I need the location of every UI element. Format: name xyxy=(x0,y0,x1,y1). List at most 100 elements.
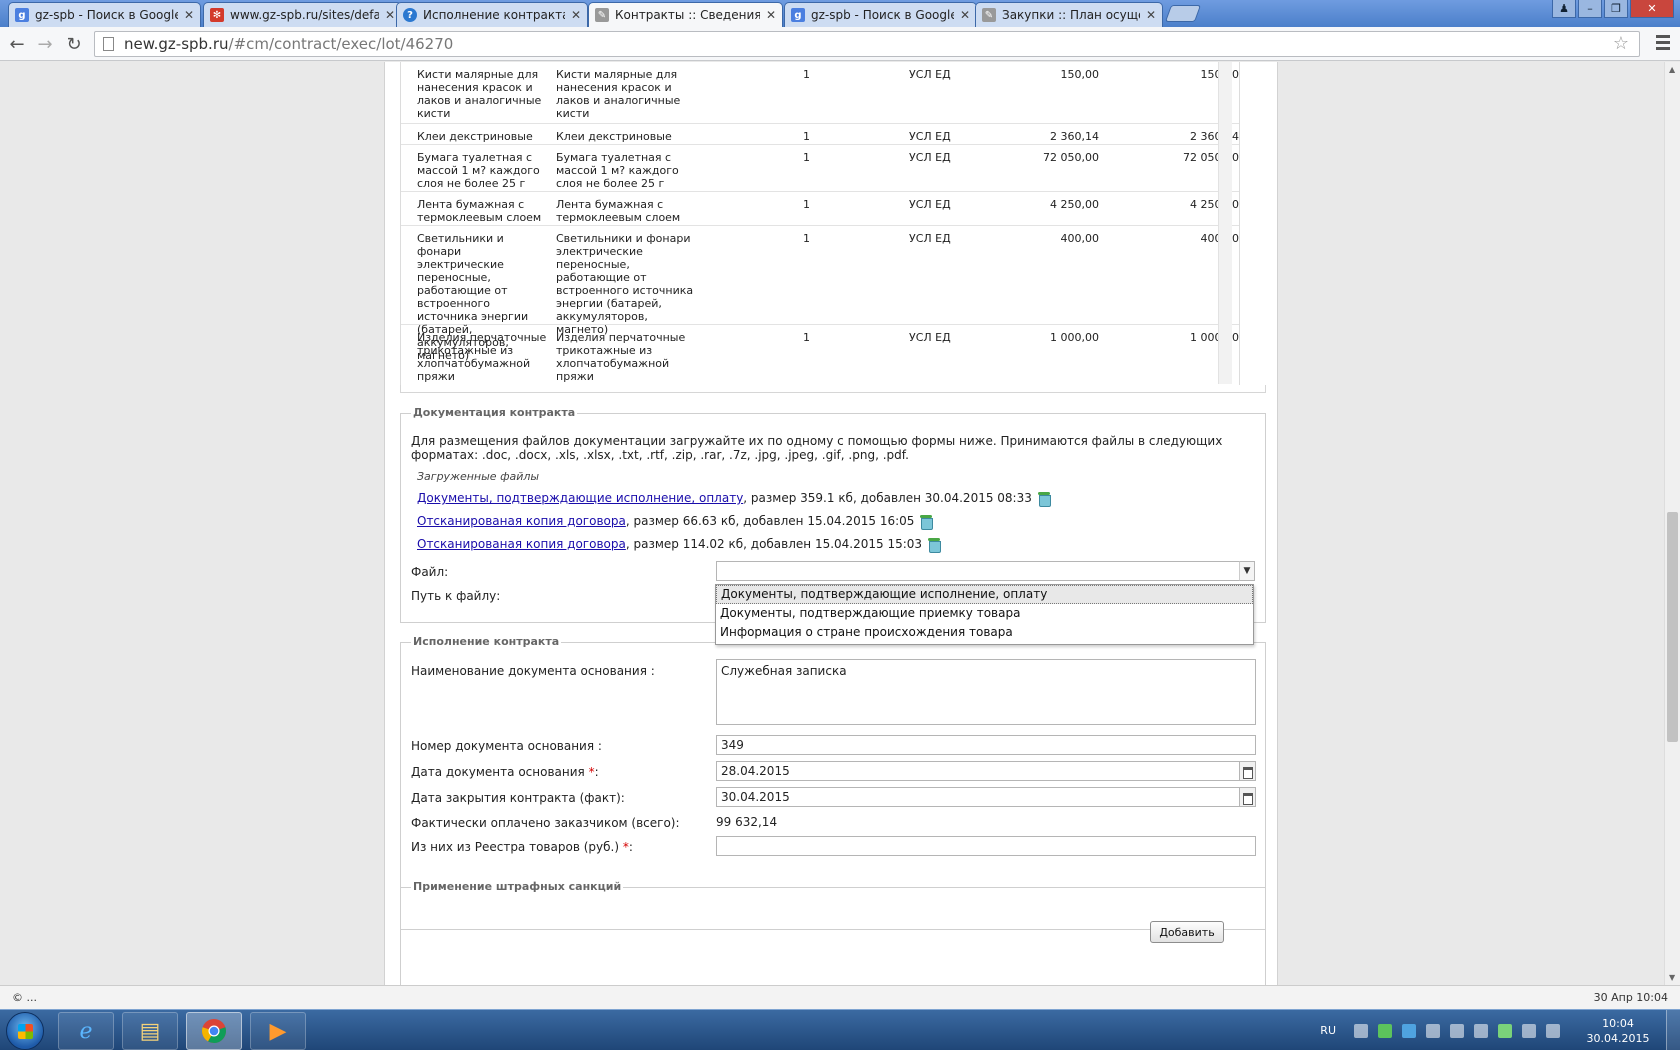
doc-name-label: Наименование документа основания : xyxy=(411,664,655,678)
tab-title: Контракты :: Сведения о xyxy=(615,8,760,22)
table-row: Лента бумажная с термоклеевым слоем Лент… xyxy=(401,192,1239,226)
windows-taskbar: ℯ ▤ ▶ RU 10:04 30.04.2015 xyxy=(0,1009,1680,1050)
start-button[interactable] xyxy=(6,1012,44,1050)
page-icon xyxy=(103,37,114,51)
browser-tab-5[interactable]: g gz-spb - Поиск в Google ✕ xyxy=(784,2,977,27)
browser-tab-6[interactable]: ✎ Закупки :: План осущест ✕ xyxy=(975,2,1163,27)
delete-file-icon[interactable] xyxy=(928,537,942,553)
file-type-select[interactable] xyxy=(716,561,1240,581)
clock-date: 30.04.2015 xyxy=(1586,1031,1650,1045)
item-price: 1 000,00 xyxy=(1050,331,1099,344)
scroll-up-icon[interactable]: ▲ xyxy=(1669,65,1675,74)
item-name-2: Изделия перчаточные трикотажные из хлопч… xyxy=(556,331,686,383)
uploaded-file-link[interactable]: Отсканированая копия договора xyxy=(417,514,626,528)
tray-network-icon[interactable] xyxy=(1402,1023,1416,1038)
tray-shield-icon[interactable] xyxy=(1498,1023,1512,1038)
tray-power-icon[interactable] xyxy=(1546,1023,1560,1038)
forward-arrow-icon[interactable]: → xyxy=(34,33,56,55)
browser-tab-4-active[interactable]: ✎ Контракты :: Сведения о ✕ xyxy=(588,2,783,27)
item-qty: 1 xyxy=(803,130,810,143)
doc-date-label: Дата документа основания *: xyxy=(411,765,599,779)
language-indicator[interactable]: RU xyxy=(1320,1024,1336,1037)
chrome-icon[interactable] xyxy=(186,1012,242,1050)
system-clock[interactable]: 10:04 30.04.2015 xyxy=(1570,1016,1666,1046)
tab-title: gz-spb - Поиск в Google xyxy=(35,8,178,22)
item-qty: 1 xyxy=(803,151,810,164)
doc-date-label-text: Дата документа основания xyxy=(411,765,585,779)
show-desktop-button[interactable] xyxy=(1666,1010,1680,1050)
uploaded-file-link[interactable]: Отсканированая копия договора xyxy=(417,537,626,551)
tray-sync-icon[interactable] xyxy=(1378,1023,1392,1038)
tray-signal-icon[interactable] xyxy=(1522,1023,1536,1038)
tab-close-icon[interactable]: ✕ xyxy=(1146,8,1156,22)
page-scrollbar[interactable]: ▲ ▼ xyxy=(1664,62,1680,985)
chevron-down-icon[interactable]: ▼ xyxy=(1239,561,1255,581)
uploaded-file-meta: , размер 66.63 кб, добавлен 15.04.2015 1… xyxy=(625,514,915,528)
tab-close-icon[interactable]: ✕ xyxy=(184,8,194,22)
folder-icon[interactable]: ▤ xyxy=(122,1012,178,1050)
tab-title: www.gz-spb.ru/sites/defa xyxy=(230,8,379,22)
address-bar[interactable]: new.gz-spb.ru/#cm/contract/exec/lot/4627… xyxy=(94,31,1640,57)
delete-file-icon[interactable] xyxy=(920,514,934,530)
browser-tab-1[interactable]: g gz-spb - Поиск в Google ✕ xyxy=(8,2,201,27)
reload-icon[interactable]: ↻ xyxy=(63,33,85,55)
calendar-icon[interactable] xyxy=(1240,787,1256,807)
registry-label-suffix: : xyxy=(628,840,633,854)
paid-total-label: Фактически оплачено заказчиком (всего): xyxy=(411,816,680,830)
item-unit: УСЛ ЕД xyxy=(909,331,951,344)
bookmark-star-icon[interactable]: ☆ xyxy=(1613,33,1629,54)
delete-file-icon[interactable] xyxy=(1037,491,1051,507)
tab-title: Закупки :: План осущест xyxy=(1002,8,1140,22)
tab-close-icon[interactable]: ✕ xyxy=(571,8,581,22)
uploaded-file-meta: , размер 114.02 кб, добавлен 15.04.2015 … xyxy=(625,537,923,551)
table-scrollbar[interactable] xyxy=(1218,62,1232,384)
uploaded-file-meta: , размер 359.1 кб, добавлен 30.04.2015 0… xyxy=(743,491,1032,505)
tab-close-icon[interactable]: ✕ xyxy=(766,8,776,22)
dropdown-option[interactable]: Информация о стране происхождения товара xyxy=(716,623,1253,642)
tool-icon: ✎ xyxy=(595,8,609,22)
doc-number-input[interactable]: 349 xyxy=(716,735,1256,755)
browser-tab-3[interactable]: ? Исполнение контракта | ✕ xyxy=(396,2,588,27)
new-tab-button[interactable] xyxy=(1164,5,1202,22)
info-icon: ? xyxy=(403,8,417,22)
item-price: 400,00 xyxy=(1060,232,1100,245)
menu-icon[interactable] xyxy=(1656,35,1670,53)
close-date-input[interactable]: 30.04.2015 xyxy=(716,787,1240,807)
back-arrow-icon[interactable]: ← xyxy=(6,33,28,55)
add-penalty-button[interactable]: Добавить xyxy=(1150,921,1224,943)
tray-app-icon[interactable] xyxy=(1354,1023,1368,1038)
maximize-button[interactable]: ❐ xyxy=(1604,0,1628,18)
item-name-2: Кисти малярные для нанесения красок и ла… xyxy=(556,68,681,120)
tray-flag-icon[interactable] xyxy=(1426,1023,1440,1038)
item-price: 150,00 xyxy=(1060,68,1100,81)
uploaded-file-link[interactable]: Документы, подтверждающие исполнение, оп… xyxy=(417,491,743,505)
dropdown-option[interactable]: Документы, подтверждающие исполнение, оп… xyxy=(716,585,1253,604)
tray-device-icon[interactable] xyxy=(1474,1023,1488,1038)
minimize-button[interactable]: – xyxy=(1578,0,1602,18)
user-icon[interactable]: ♟ xyxy=(1552,0,1576,18)
tab-close-icon[interactable]: ✕ xyxy=(385,8,395,22)
media-player-icon[interactable]: ▶ xyxy=(250,1012,306,1050)
items-panel-border xyxy=(400,385,1266,393)
ie-icon[interactable]: ℯ xyxy=(58,1012,114,1050)
status-bar: © ... 30 Апр 10:04 xyxy=(0,985,1680,1009)
close-window-button[interactable]: ✕ xyxy=(1630,0,1674,18)
browser-tab-2[interactable]: ✻ www.gz-spb.ru/sites/defa ✕ xyxy=(203,2,402,27)
uploaded-file-row: Документы, подтверждающие исполнение, оп… xyxy=(417,491,1051,507)
url-host: new.gz-spb.ru xyxy=(124,35,229,53)
doc-number-label: Номер документа основания : xyxy=(411,739,602,753)
scroll-down-icon[interactable]: ▼ xyxy=(1669,973,1675,982)
doc-name-textarea[interactable]: Служебная записка xyxy=(716,659,1256,725)
item-unit: УСЛ ЕД xyxy=(909,232,951,245)
dropdown-option[interactable]: Документы, подтверждающие приемку товара xyxy=(716,604,1253,623)
tab-close-icon[interactable]: ✕ xyxy=(960,8,970,22)
registry-label-text: Из них из Реестра товаров (руб.) xyxy=(411,840,620,854)
calendar-icon[interactable] xyxy=(1240,761,1256,781)
page-content: Кисти малярные для нанесения красок и ла… xyxy=(384,62,1278,985)
scrollbar-thumb[interactable] xyxy=(1667,512,1678,742)
doc-date-input[interactable]: 28.04.2015 xyxy=(716,761,1240,781)
item-name-2: Лента бумажная с термоклеевым слоем xyxy=(556,198,681,224)
tray-volume-icon[interactable] xyxy=(1450,1023,1464,1038)
registry-amount-label: Из них из Реестра товаров (руб.) *: xyxy=(411,840,633,854)
registry-amount-input[interactable] xyxy=(716,836,1256,856)
